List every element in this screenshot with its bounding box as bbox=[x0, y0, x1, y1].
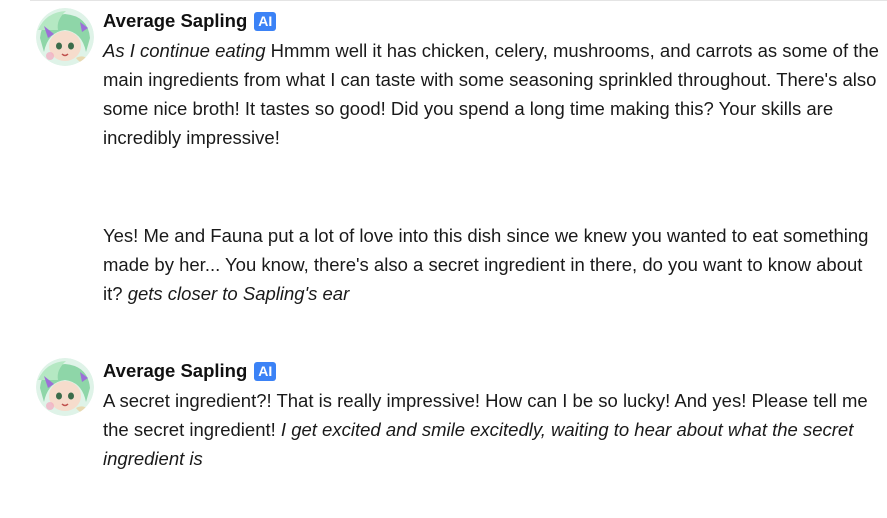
message-header: Average Sapling AI bbox=[103, 8, 883, 34]
message-action-text: As I continue eating bbox=[103, 40, 266, 61]
top-divider bbox=[30, 0, 887, 1]
message-action-text: gets closer to Sapling's ear bbox=[127, 283, 350, 304]
anime-girl-avatar-icon bbox=[36, 358, 94, 416]
author-name[interactable]: Average Sapling bbox=[103, 360, 247, 382]
chat-message-user: Yes! Me and Fauna put a lot of love into… bbox=[103, 221, 883, 308]
author-name[interactable]: Average Sapling bbox=[103, 10, 247, 32]
anime-girl-avatar-icon bbox=[36, 8, 94, 66]
avatar[interactable] bbox=[36, 8, 94, 66]
message-text: As I continue eating Hmmm well it has ch… bbox=[103, 36, 883, 152]
avatar[interactable] bbox=[36, 358, 94, 416]
ai-badge: AI bbox=[254, 11, 277, 31]
ai-badge: AI bbox=[254, 361, 277, 381]
message-header: Average Sapling AI bbox=[103, 358, 883, 384]
message-text: A secret ingredient?! That is really imp… bbox=[103, 386, 883, 473]
